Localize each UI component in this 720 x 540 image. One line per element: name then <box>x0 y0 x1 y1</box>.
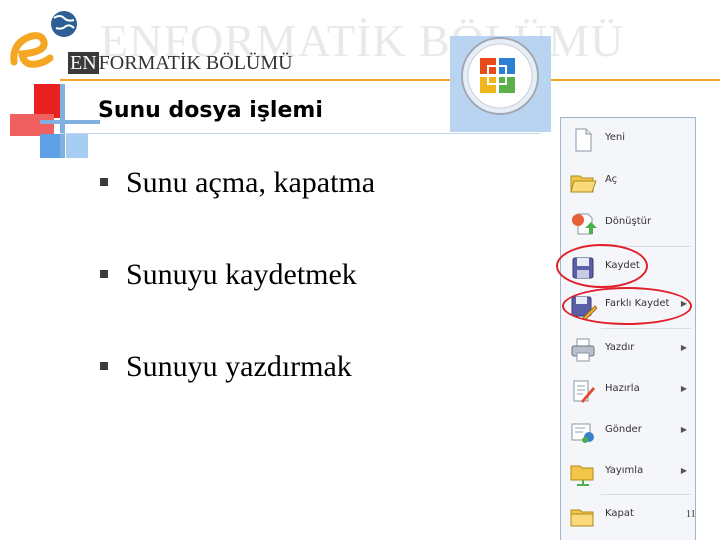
slide-header: ENFORMATİK BÖLÜMÜ EN FORMATİK BÖLÜMÜ <box>0 0 720 82</box>
open-folder-icon <box>570 175 597 193</box>
menu-item-ac[interactable]: Aç <box>561 162 695 202</box>
menu-item-yazdir[interactable]: Yazdır ▶ <box>561 330 695 370</box>
close-folder-icon <box>570 509 594 527</box>
menu-item-yeni[interactable]: Yeni <box>561 120 695 160</box>
office-logo-icon <box>461 37 539 115</box>
bullet-item: Sunu açma, kapatma <box>100 166 375 200</box>
title-decoration <box>0 84 100 160</box>
bullet-text: Sunu açma, kapatma <box>126 166 376 199</box>
bullet-item: Sunuyu yazdırmak <box>100 350 352 384</box>
submenu-arrow-icon: ▶ <box>680 384 687 393</box>
brand-rest: FORMATİK BÖLÜMÜ <box>98 52 293 74</box>
submenu-arrow-icon: ▶ <box>680 466 687 475</box>
submenu-arrow-icon: ▶ <box>680 425 687 434</box>
menu-item-label: Aç <box>605 174 618 185</box>
menu-item-label: Yeni <box>605 132 626 143</box>
menu-item-donustur[interactable]: Dönüştür <box>561 204 695 244</box>
bullet-square-icon <box>100 178 108 187</box>
bullet-text: Sunuyu yazdırmak <box>126 350 352 383</box>
header-divider <box>60 79 720 81</box>
brand-name: EN FORMATİK BÖLÜMÜ <box>68 52 293 75</box>
menu-item-hazirla[interactable]: Hazırla ▶ <box>561 371 695 411</box>
menu-item-kapat[interactable]: Kapat <box>561 496 695 536</box>
menu-item-label: Yazdır <box>605 342 635 353</box>
menu-item-label: Kapat <box>605 508 634 519</box>
menu-item-label: Gönder <box>605 424 642 435</box>
office-button[interactable] <box>450 36 551 132</box>
office-menu: Yeni Aç Dönüştür Kaydet Farklı Kaydet ▶ … <box>560 117 696 540</box>
new-document-icon <box>575 128 592 152</box>
title-divider <box>60 133 540 134</box>
bullet-square-icon <box>100 362 108 371</box>
brand-prefix: EN <box>68 52 99 74</box>
submenu-arrow-icon: ▶ <box>680 343 687 352</box>
menu-item-yayimla[interactable]: Yayımla ▶ <box>561 453 695 493</box>
bullet-square-icon <box>100 270 108 279</box>
menu-item-label: Hazırla <box>605 383 640 394</box>
publish-icon <box>570 465 594 486</box>
convert-icon <box>572 213 597 235</box>
menu-separator <box>601 328 691 329</box>
farkli-kaydet-highlight-circle <box>562 287 692 325</box>
slide-title: Sunu dosya işlemi <box>98 98 323 123</box>
menu-item-gonder[interactable]: Gönder ▶ <box>561 412 695 452</box>
bullet-item: Sunuyu kaydetmek <box>100 258 357 292</box>
prepare-icon <box>573 380 595 403</box>
menu-item-label: Yayımla <box>605 465 644 476</box>
menu-separator <box>601 494 691 495</box>
printer-icon <box>571 338 595 362</box>
bullet-text: Sunuyu kaydetmek <box>126 258 357 291</box>
menu-item-label: Dönüştür <box>605 216 652 227</box>
send-icon <box>571 423 594 443</box>
page-number: 11 <box>686 509 696 520</box>
kaydet-highlight-circle <box>556 244 648 288</box>
